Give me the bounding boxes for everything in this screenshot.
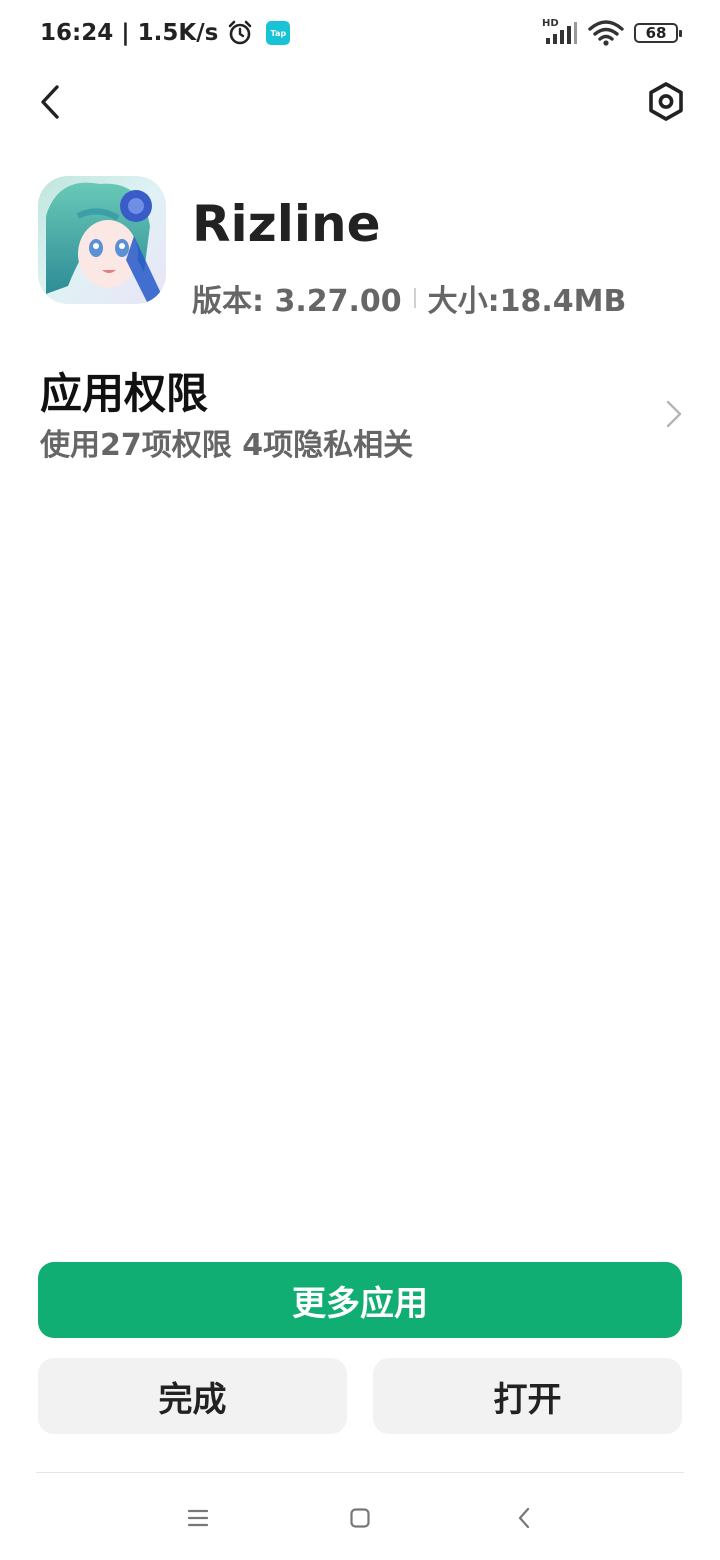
permissions-subtitle: 使用27项权限 4项隐私相关: [40, 428, 414, 463]
settings-hexagon-icon: [646, 81, 686, 123]
alarm-icon: [226, 19, 254, 47]
app-icon: [38, 176, 166, 304]
nav-divider: [36, 1472, 684, 1473]
wifi-icon: [588, 19, 624, 47]
meta-divider: [413, 288, 416, 308]
chevron-right-icon: [662, 396, 686, 432]
status-right: HD 68: [542, 16, 682, 50]
open-button[interactable]: 打开: [373, 1358, 682, 1434]
app-permissions-row[interactable]: 应用权限 使用27项权限 4项隐私相关: [0, 358, 720, 478]
status-time: 16:24: [40, 20, 114, 46]
system-nav-bar: [0, 1490, 720, 1544]
back-icon[interactable]: [506, 1500, 542, 1536]
app-name: Rizline: [192, 195, 381, 253]
done-button[interactable]: 完成: [38, 1358, 347, 1434]
status-bar: 16:24 | 1.5K/s Tap HD 68: [0, 0, 720, 66]
app-size: 大小:18.4MB: [427, 284, 627, 319]
app-meta: 版本: 3.27.00 大小:18.4MB: [192, 278, 627, 319]
settings-button[interactable]: [642, 78, 690, 126]
menu-icon[interactable]: [180, 1500, 216, 1536]
status-separator: |: [121, 20, 130, 46]
permissions-title: 应用权限: [40, 369, 209, 418]
chevron-left-icon: [38, 84, 62, 120]
tap-app-icon: Tap: [266, 21, 291, 45]
home-icon[interactable]: [342, 1500, 378, 1536]
status-left: 16:24 | 1.5K/s Tap: [40, 16, 291, 50]
signal-icon: HD: [542, 18, 578, 46]
app-version: 版本: 3.27.00: [192, 284, 402, 319]
battery-icon: 68: [634, 23, 682, 43]
more-apps-button[interactable]: 更多应用: [38, 1262, 682, 1338]
status-net-speed: 1.5K/s: [137, 20, 219, 46]
network-label: HD: [542, 18, 559, 29]
battery-level: 68: [645, 24, 667, 42]
back-button[interactable]: [28, 78, 72, 126]
